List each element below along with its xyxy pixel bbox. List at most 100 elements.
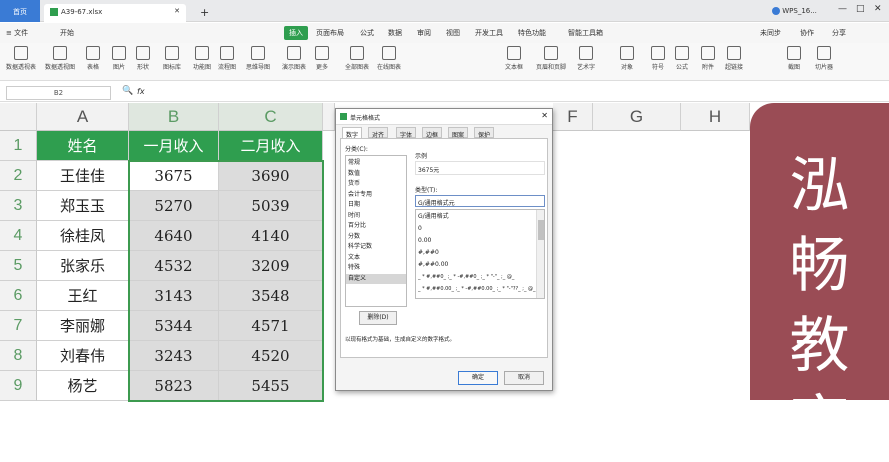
list-item[interactable]: 0	[418, 224, 422, 235]
pivot-table-button[interactable]: 数据透视表	[4, 46, 38, 71]
table-cell[interactable]: 郑玉玉	[37, 191, 129, 221]
format-list[interactable]: G/通用格式 0 0.00 #,##0 #,##0.00 _ * #,##0_ …	[415, 209, 545, 299]
scrollbar-thumb[interactable]	[538, 220, 544, 240]
list-item[interactable]: 文本	[348, 253, 360, 264]
column-header-d[interactable]	[323, 103, 335, 131]
row-header-8[interactable]: 8	[0, 341, 37, 371]
type-input[interactable]: G/通用格式元	[415, 195, 545, 207]
tab-alignment[interactable]: 对齐	[368, 127, 389, 139]
list-item[interactable]: 百分比	[348, 221, 366, 232]
row-header-4[interactable]: 4	[0, 221, 37, 251]
row-header-1[interactable]: 1	[0, 131, 37, 161]
minimize-icon[interactable]: —	[838, 4, 847, 14]
screenshot-button[interactable]: 截图	[784, 46, 804, 71]
row-header-6[interactable]: 6	[0, 281, 37, 311]
list-item[interactable]: #,##0.00	[418, 260, 448, 271]
collaborate-button[interactable]: 协作	[800, 28, 814, 38]
tab-protection[interactable]: 保护	[474, 127, 495, 139]
textbox-button[interactable]: 文本框	[502, 46, 526, 71]
all-charts-button[interactable]: 全部图表	[342, 46, 372, 71]
column-header-f[interactable]: F	[553, 103, 593, 131]
table-cell[interactable]: 李丽娜	[37, 311, 129, 341]
close-window-icon[interactable]: ✕	[874, 4, 882, 14]
menu-developer[interactable]: 开发工具	[475, 28, 503, 38]
list-item[interactable]: 会计专用	[348, 190, 372, 201]
list-item[interactable]: #,##0	[418, 248, 439, 259]
menu-page-layout[interactable]: 页面布局	[316, 28, 344, 38]
zoom-icon[interactable]: 🔍	[122, 86, 133, 96]
attachment-button[interactable]: 附件	[698, 46, 718, 71]
header-footer-button[interactable]: 页眉和页脚	[532, 46, 570, 71]
column-header-g[interactable]: G	[593, 103, 681, 131]
window-label[interactable]: WPS_16...	[772, 7, 817, 15]
scrollbar[interactable]	[536, 210, 544, 298]
cancel-button[interactable]: 取消	[504, 371, 544, 385]
list-item[interactable]: _ * #,##0_ ;_ * -#,##0_ ;_ * "-"_ ;_ @_	[418, 272, 538, 283]
flowchart-button[interactable]: 流程图	[216, 46, 238, 71]
row-header-7[interactable]: 7	[0, 311, 37, 341]
header-cell-feb[interactable]: 二月收入	[219, 131, 323, 161]
delete-button[interactable]: 删除(D)	[359, 311, 397, 325]
list-item[interactable]: 货币	[348, 179, 360, 190]
select-all-corner[interactable]	[0, 103, 37, 131]
formula-button[interactable]: 公式	[672, 46, 692, 71]
header-cell-name[interactable]: 姓名	[37, 131, 129, 161]
function-chart-button[interactable]: 功能图	[188, 46, 216, 71]
demo-chart-button[interactable]: 演示图表	[278, 46, 310, 71]
header-cell-jan[interactable]: 一月收入	[129, 131, 219, 161]
pivot-chart-button[interactable]: 数据透视图	[42, 46, 78, 71]
table-cell[interactable]: 王红	[37, 281, 129, 311]
tab-number[interactable]: 数字	[342, 127, 363, 139]
list-item[interactable]: 分数	[348, 232, 360, 243]
menu-smart-tools[interactable]: 智能工具箱	[568, 28, 603, 38]
tab-home[interactable]: 首页	[0, 0, 40, 22]
object-button[interactable]: 对象	[616, 46, 638, 71]
list-item[interactable]: G/通用格式	[418, 212, 449, 223]
shape-button[interactable]: 形状	[132, 46, 154, 71]
menu-insert[interactable]: 插入	[284, 26, 308, 40]
tab-file[interactable]: A39-67.xlsx ✕	[44, 4, 186, 22]
category-list[interactable]: 常规 数值 货币 会计专用 日期 时间 百分比 分数 科学记数 文本 特殊 自定…	[345, 155, 407, 307]
close-icon[interactable]: ✕	[174, 7, 180, 15]
menu-file[interactable]: ≡ 文件	[6, 28, 28, 38]
list-item[interactable]: _ * #,##0.00_ ;_ * -#,##0.00_ ;_ * "-"??…	[418, 284, 538, 295]
table-cell[interactable]: 张家乐	[37, 251, 129, 281]
table-cell[interactable]: 徐桂凤	[37, 221, 129, 251]
menu-review[interactable]: 审阅	[417, 28, 431, 38]
formula-input[interactable]: 3675	[156, 87, 174, 95]
mind-map-button[interactable]: 思维导图	[242, 46, 274, 71]
symbol-button[interactable]: 符号	[648, 46, 668, 71]
dialog-close-icon[interactable]: ✕	[541, 111, 548, 120]
list-item[interactable]: 特殊	[348, 263, 360, 274]
menu-home[interactable]: 开始	[60, 28, 74, 38]
table-cell[interactable]: 刘春伟	[37, 341, 129, 371]
table-cell[interactable]: 杨艺	[37, 371, 129, 401]
list-item[interactable]: 数值	[348, 169, 360, 180]
column-header-b[interactable]: B	[129, 103, 219, 131]
list-item[interactable]: 科学记数	[348, 242, 372, 253]
list-item[interactable]: 日期	[348, 200, 360, 211]
picture-button[interactable]: 图片	[108, 46, 130, 71]
column-header-c[interactable]: C	[219, 103, 323, 131]
hyperlink-button[interactable]: 超链接	[722, 46, 746, 71]
maximize-icon[interactable]: □	[856, 4, 865, 14]
row-header-3[interactable]: 3	[0, 191, 37, 221]
row-header-9[interactable]: 9	[0, 371, 37, 401]
name-box[interactable]: B2	[6, 86, 111, 100]
slicer-button[interactable]: 切片器	[812, 46, 836, 71]
row-header-2[interactable]: 2	[0, 161, 37, 191]
unsynced-status[interactable]: 未同步	[760, 28, 781, 38]
column-header-a[interactable]: A	[37, 103, 129, 131]
column-header-h[interactable]: H	[681, 103, 750, 131]
online-chart-button[interactable]: 在线图表	[374, 46, 404, 71]
ok-button[interactable]: 确定	[458, 371, 498, 385]
table-cell[interactable]: 王佳佳	[37, 161, 129, 191]
menu-special[interactable]: 特色功能	[518, 28, 546, 38]
list-item[interactable]: 时间	[348, 211, 360, 222]
table-button[interactable]: 表格	[82, 46, 104, 71]
menu-view[interactable]: 视图	[446, 28, 460, 38]
tab-border[interactable]: 边框	[422, 127, 443, 139]
word-art-button[interactable]: 艺术字	[572, 46, 600, 71]
fx-label[interactable]: fx	[137, 87, 145, 96]
row-header-5[interactable]: 5	[0, 251, 37, 281]
